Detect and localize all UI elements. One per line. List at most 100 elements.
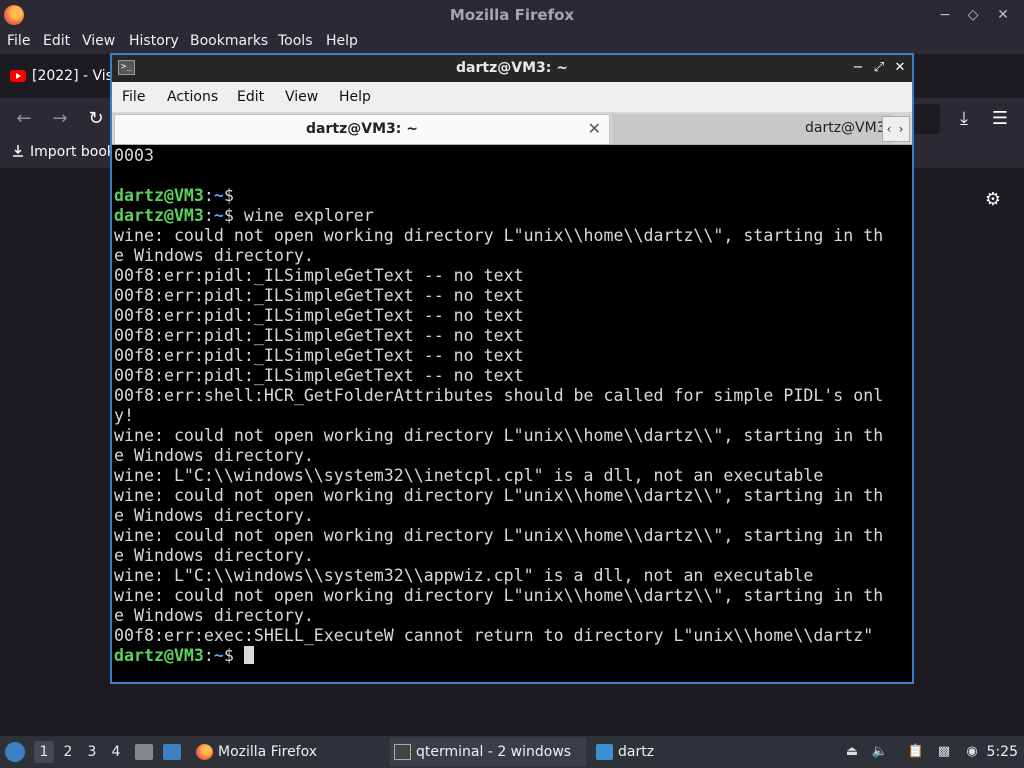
eject-icon[interactable]: ⏏	[843, 744, 861, 760]
tab-close-icon[interactable]: ✕	[588, 119, 601, 138]
import-bookmarks-button[interactable]: Import book	[12, 144, 115, 160]
firefox-tab-label: [2022] - Vis	[32, 68, 113, 84]
terminal-output-line: wine: could not open working directory L…	[114, 226, 884, 245]
prompt-symbol: $	[223, 646, 234, 665]
terminal-output-line: 00f8:err:shell:HCR_GetFolderAttributes s…	[114, 386, 884, 405]
terminal-output-line: wine: could not open working directory L…	[114, 486, 884, 505]
tab-terminal-2[interactable]: dartz@VM3: ~	[612, 114, 907, 144]
firefox-menubar: File Edit View History Bookmarks Tools H…	[0, 30, 1024, 54]
menu-file[interactable]: File	[7, 33, 30, 49]
back-arrow-icon[interactable]: ←	[11, 106, 37, 132]
menu-view[interactable]: View	[285, 89, 318, 105]
terminal-output-line: 00f8:err:pidl:_ILSimpleGetText -- no tex…	[114, 366, 524, 385]
youtube-icon	[10, 70, 26, 82]
prompt-separator: :	[203, 206, 214, 225]
menu-help[interactable]: Help	[326, 33, 358, 49]
terminal-tabbar: dartz@VM3: ~ ✕ dartz@VM3: ~ ‹ ›	[112, 112, 912, 145]
prompt-symbol: $	[223, 186, 234, 205]
menu-edit[interactable]: Edit	[237, 89, 264, 105]
show-desktop-icon[interactable]	[163, 744, 181, 760]
forward-arrow-icon[interactable]: →	[47, 106, 73, 132]
terminal-output-line: 00f8:err:exec:SHELL_ExecuteW cannot retu…	[114, 626, 874, 645]
terminal-output-line: e Windows directory.	[114, 446, 314, 465]
clipboard-icon[interactable]: 📋	[907, 744, 925, 760]
terminal-output-line: wine: could not open working directory L…	[114, 426, 884, 445]
terminal-output-line: 00f8:err:pidl:_ILSimpleGetText -- no tex…	[114, 286, 524, 305]
prompt-command: wine explorer	[233, 206, 374, 225]
terminal-window-title: dartz@VM3: ~	[456, 60, 568, 76]
terminal-output-line: 00f8:err:pidl:_ILSimpleGetText -- no tex…	[114, 266, 524, 285]
close-icon[interactable]: ✕	[891, 59, 909, 77]
terminal-titlebar[interactable]: >_ dartz@VM3: ~ − ⤢ ✕	[112, 55, 912, 82]
gear-icon[interactable]: ⚙	[983, 190, 1003, 210]
terminal-window: >_ dartz@VM3: ~ − ⤢ ✕ File Actions Edit …	[110, 53, 914, 684]
terminal-menubar: File Actions Edit View Help	[112, 82, 912, 112]
workspace-1[interactable]: 1	[34, 741, 54, 763]
terminal-prompt-line: dartz@VM3:~$ wine explorer	[114, 206, 912, 226]
menu-bookmarks[interactable]: Bookmarks	[190, 33, 268, 49]
menu-history[interactable]: History	[129, 33, 179, 49]
chevron-right-icon[interactable]: ›	[895, 117, 907, 141]
prompt-path: ~	[213, 186, 224, 205]
menu-edit[interactable]: Edit	[43, 33, 70, 49]
task-qterminal[interactable]: qterminal - 2 windows	[390, 738, 586, 766]
import-bookmarks-label: Import book	[30, 144, 116, 160]
url-bar[interactable]	[910, 104, 940, 134]
terminal-output-line: 00f8:err:pidl:_ILSimpleGetText -- no tex…	[114, 346, 524, 365]
terminal-prompt-line: dartz@VM3:~$	[114, 646, 912, 666]
terminal-output-line: e Windows directory.	[114, 506, 314, 525]
terminal-output-line: 00f8:err:pidl:_ILSimpleGetText -- no tex…	[114, 306, 524, 325]
folder-icon	[596, 744, 613, 760]
task-label: qterminal - 2 windows	[416, 744, 572, 760]
menu-file[interactable]: File	[122, 89, 145, 105]
hamburger-menu-icon[interactable]: ☰	[987, 106, 1013, 132]
workspace-2[interactable]: 2	[58, 741, 78, 763]
prompt-command	[234, 646, 244, 665]
terminal-output-line: e Windows directory.	[114, 246, 314, 265]
terminal-output-line: wine: could not open working directory L…	[114, 586, 884, 605]
maximize-icon[interactable]: ◇	[962, 4, 984, 26]
terminal-output[interactable]: 0003 dartz@VM3:~$ dartz@VM3:~$ wine explor…	[112, 146, 912, 682]
terminal-output-line: wine: L"C:\\windows\\system32\\inetcpl.c…	[114, 466, 824, 485]
terminal-output-line: 00f8:err:pidl:_ILSimpleGetText -- no tex…	[114, 326, 524, 345]
terminal-cursor	[243, 646, 254, 664]
prompt-separator: :	[203, 646, 214, 665]
chevron-left-icon[interactable]: ‹	[883, 117, 895, 141]
close-icon[interactable]: ✕	[992, 4, 1014, 26]
workspace-4[interactable]: 4	[106, 741, 126, 763]
menu-view[interactable]: View	[82, 33, 115, 49]
task-dartz[interactable]: dartz	[592, 738, 654, 766]
prompt-user-host: dartz@VM3	[114, 646, 204, 665]
download-icon[interactable]: ⤓	[951, 106, 977, 132]
maximize-icon[interactable]: ⤢	[870, 59, 888, 77]
menu-help[interactable]: Help	[339, 89, 371, 105]
file-manager-launcher-icon[interactable]	[135, 744, 153, 760]
terminal-output-line: e Windows directory.	[114, 606, 314, 625]
tab-terminal-1[interactable]: dartz@VM3: ~ ✕	[114, 114, 610, 144]
terminal-output-line: y!	[114, 406, 134, 425]
terminal-prompt-line: dartz@VM3:~$	[114, 186, 912, 206]
menu-tools[interactable]: Tools	[278, 33, 313, 49]
reload-icon[interactable]: ↻	[83, 106, 109, 132]
terminal-icon	[394, 744, 411, 760]
firefox-window-title: Mozilla Firefox	[449, 6, 575, 24]
notification-icon[interactable]: ◉	[963, 744, 981, 760]
prompt-path: ~	[213, 206, 224, 225]
start-menu-icon[interactable]	[5, 742, 25, 762]
prompt-separator: :	[203, 186, 214, 205]
workspace-3[interactable]: 3	[82, 741, 102, 763]
minimize-icon[interactable]: −	[849, 59, 867, 77]
tab-scroll-buttons: ‹ ›	[882, 116, 910, 142]
minimize-icon[interactable]: −	[934, 4, 956, 26]
firefox-icon	[196, 744, 213, 760]
firefox-tab[interactable]: [2022] - Vis	[0, 58, 120, 96]
menu-actions[interactable]: Actions	[167, 89, 218, 105]
tab-label: dartz@VM3: ~	[306, 121, 418, 137]
volume-icon[interactable]: 🔈	[871, 744, 889, 760]
task-firefox[interactable]: Mozilla Firefox	[192, 738, 317, 766]
network-icon[interactable]: ▩	[935, 744, 953, 760]
terminal-output-line: e Windows directory.	[114, 546, 314, 565]
prompt-symbol: $	[223, 206, 234, 225]
task-label: dartz	[618, 744, 655, 760]
